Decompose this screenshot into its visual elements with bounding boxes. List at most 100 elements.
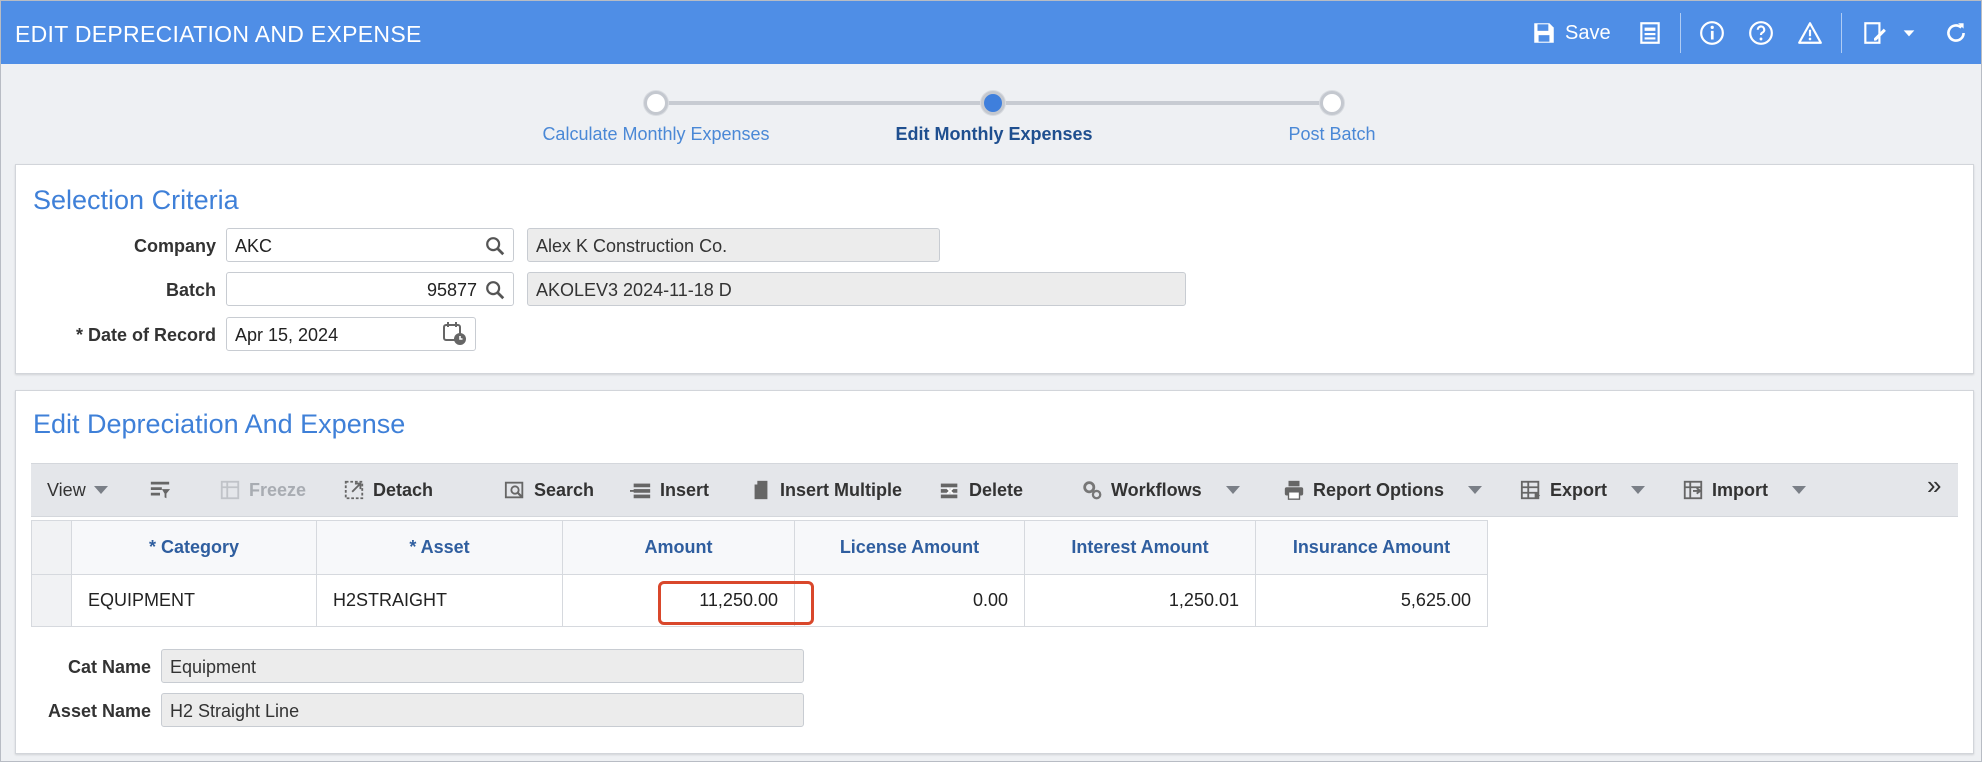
info-button[interactable] bbox=[1699, 15, 1725, 51]
row-selector[interactable] bbox=[31, 574, 72, 627]
import-label: Import bbox=[1712, 479, 1768, 500]
refresh-icon bbox=[1947, 23, 1965, 42]
notes-button[interactable] bbox=[1861, 15, 1887, 51]
edit-depreciation-title: Edit Depreciation And Expense bbox=[33, 409, 406, 439]
gear-icon bbox=[1083, 481, 1102, 500]
column-header-license-amount[interactable]: License Amount bbox=[794, 520, 1025, 575]
grid-header-row: * Category * Asset Amount License Amount… bbox=[31, 520, 1488, 575]
step-post-label[interactable]: Post Batch bbox=[1288, 124, 1375, 145]
page-header: EDIT DEPRECIATION AND EXPENSE Save bbox=[1, 1, 1981, 64]
company-input[interactable]: AKC bbox=[226, 228, 514, 262]
cat-name-value: Equipment bbox=[170, 657, 257, 677]
calendar-icon[interactable] bbox=[442, 321, 468, 347]
chevron-down-icon bbox=[93, 486, 108, 494]
step-edit-dot[interactable] bbox=[981, 91, 1005, 115]
batch-input[interactable]: 95877 bbox=[226, 272, 514, 306]
insert-multiple-button[interactable]: Insert Multiple bbox=[750, 477, 902, 503]
column-header-insurance-amount[interactable]: Insurance Amount bbox=[1255, 520, 1488, 575]
help-icon bbox=[1749, 21, 1773, 45]
help-button[interactable] bbox=[1748, 15, 1774, 51]
export-menu[interactable]: Export bbox=[1520, 477, 1646, 503]
amount-highlight-box bbox=[658, 581, 814, 625]
refresh-button[interactable] bbox=[1943, 15, 1969, 51]
wizard-stepper: Calculate Monthly Expenses Edit Monthly … bbox=[0, 64, 1982, 160]
company-label: Company bbox=[133, 236, 216, 256]
page-title: EDIT DEPRECIATION AND EXPENSE bbox=[15, 21, 422, 47]
delete-row-icon bbox=[940, 483, 958, 499]
cell-asset[interactable]: H2STRAIGHT bbox=[316, 574, 563, 627]
detach-button[interactable]: Detach bbox=[343, 477, 433, 503]
filter-list-icon bbox=[150, 481, 171, 499]
chevron-down-icon bbox=[1468, 486, 1482, 494]
spreadsheet-icon bbox=[1520, 480, 1541, 500]
row-selector-header[interactable] bbox=[31, 520, 72, 575]
date-of-record-label: * Date of Record bbox=[75, 325, 216, 345]
insert-multiple-icon bbox=[754, 480, 768, 500]
asset-name-value: H2 Straight Line bbox=[170, 701, 300, 721]
chevron-down-icon bbox=[1225, 486, 1240, 494]
freeze-label: Freeze bbox=[249, 479, 307, 500]
header-separator bbox=[1841, 13, 1842, 53]
freeze-button[interactable]: Freeze bbox=[219, 477, 306, 503]
insert-button[interactable]: Insert bbox=[630, 477, 709, 503]
search-icon bbox=[504, 481, 524, 499]
info-icon bbox=[1700, 21, 1724, 45]
company-name-field: Alex K Construction Co. bbox=[527, 228, 940, 262]
batch-description-field: AKOLEV3 2024-11-18 D bbox=[527, 272, 1186, 306]
date-of-record-input[interactable]: Apr 15, 2024 bbox=[226, 317, 476, 351]
cat-name-field: Equipment bbox=[161, 649, 804, 683]
header-separator bbox=[1680, 13, 1681, 53]
workflows-menu[interactable]: Workflows bbox=[1081, 477, 1240, 503]
cell-interest-amount[interactable]: 1,250.01 bbox=[1024, 574, 1256, 627]
column-header-asset[interactable]: * Asset bbox=[316, 520, 563, 575]
chevron-down-icon bbox=[1631, 486, 1646, 494]
freeze-icon bbox=[220, 480, 240, 500]
save-icon bbox=[1534, 23, 1554, 43]
search-button[interactable]: Search bbox=[504, 477, 594, 503]
column-header-category[interactable]: * Category bbox=[71, 520, 317, 575]
cell-insurance-amount[interactable]: 5,625.00 bbox=[1255, 574, 1488, 627]
detach-label: Detach bbox=[373, 479, 434, 500]
edit-depreciation-panel: Edit Depreciation And Expense View Freez… bbox=[15, 390, 1974, 754]
selection-criteria-panel: Selection Criteria Company AKC Alex K Co… bbox=[15, 164, 1974, 374]
edit-notes-icon bbox=[1864, 22, 1886, 44]
step-post-dot[interactable] bbox=[1320, 91, 1344, 115]
detach-icon bbox=[344, 480, 364, 500]
column-header-interest-amount[interactable]: Interest Amount bbox=[1024, 520, 1256, 575]
delete-button[interactable]: Delete bbox=[939, 477, 1023, 503]
view-menu[interactable]: View bbox=[47, 477, 108, 503]
cell-category[interactable]: EQUIPMENT bbox=[71, 574, 317, 627]
batch-description-value: AKOLEV3 2024-11-18 D bbox=[536, 280, 732, 300]
company-name-value: Alex K Construction Co. bbox=[536, 236, 728, 256]
warning-icon bbox=[1798, 22, 1822, 44]
batch-value: 95877 bbox=[426, 280, 477, 300]
more-tools-button[interactable]: » bbox=[1927, 470, 1941, 500]
company-value: AKC bbox=[235, 236, 273, 256]
asset-name-label: Asset Name bbox=[47, 701, 151, 721]
step-calculate-label[interactable]: Calculate Monthly Expenses bbox=[542, 124, 769, 145]
date-of-record-value: Apr 15, 2024 bbox=[235, 325, 339, 345]
notes-dropdown[interactable] bbox=[1901, 15, 1917, 51]
export-label: Export bbox=[1550, 479, 1608, 500]
filter-button[interactable] bbox=[149, 477, 171, 503]
cell-license-amount[interactable]: 0.00 bbox=[794, 574, 1025, 627]
insert-multiple-label: Insert Multiple bbox=[780, 479, 903, 500]
search-icon[interactable] bbox=[484, 235, 506, 257]
delete-label: Delete bbox=[969, 479, 1024, 500]
step-edit-label[interactable]: Edit Monthly Expenses bbox=[895, 124, 1092, 145]
import-icon bbox=[1683, 480, 1703, 500]
save-label: Save bbox=[1565, 21, 1611, 44]
import-menu[interactable]: Import bbox=[1682, 477, 1806, 503]
insert-row-icon bbox=[630, 483, 651, 499]
save-button[interactable]: Save bbox=[1531, 15, 1611, 51]
print-icon bbox=[1640, 22, 1660, 44]
column-header-amount[interactable]: Amount bbox=[562, 520, 795, 575]
step-calculate-dot[interactable] bbox=[644, 91, 668, 115]
view-label: View bbox=[47, 479, 86, 500]
print-button[interactable] bbox=[1637, 15, 1663, 51]
report-options-menu[interactable]: Report Options bbox=[1283, 477, 1482, 503]
cat-name-label: Cat Name bbox=[67, 657, 151, 677]
chevron-down-icon bbox=[1903, 30, 1915, 37]
warning-button[interactable] bbox=[1797, 15, 1823, 51]
search-icon[interactable] bbox=[484, 279, 506, 301]
